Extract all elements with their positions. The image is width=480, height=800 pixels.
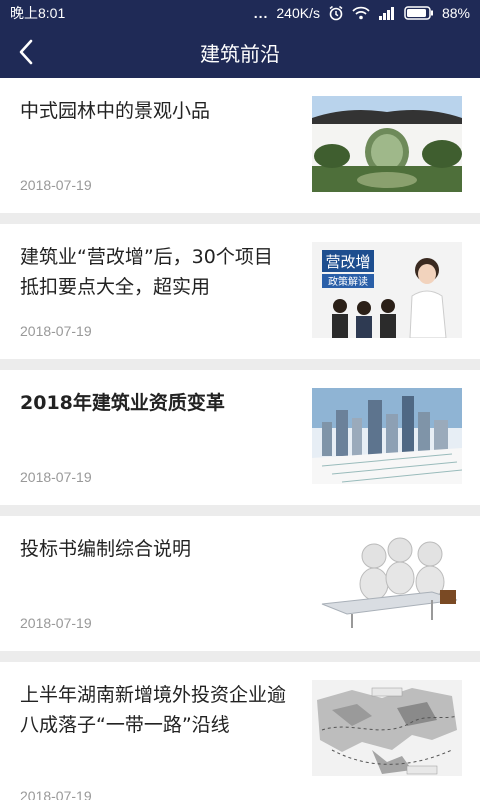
alarm-icon [329,5,343,21]
article-thumbnail-meeting [312,534,462,630]
image-caption-main: 营改增 [325,253,370,271]
article-card[interactable]: 2018年建筑业资质变革 2018-07-19 [0,370,480,505]
app-header: 建筑前沿 [0,26,480,78]
article-thumbnail-garden [312,96,462,192]
status-bar: 晚上8:01 ... 240K/s 88% [0,0,480,26]
article-title: 2018年建筑业资质变革 [20,392,225,414]
image-caption-sub: 政策解读 [328,275,368,288]
article-date: 2018-07-19 [20,615,92,631]
article-card[interactable]: 中式园林中的景观小品 2018-07-19 [0,78,480,213]
article-date: 2018-07-19 [20,177,92,193]
back-button[interactable] [10,36,42,68]
article-title: 上半年湖南新增境外投资企业逾八成落子“一带一路”沿线 [20,684,287,736]
notification-dots-icon: ... [253,5,269,21]
wifi-icon [352,6,370,20]
article-title: 中式园林中的景观小品 [20,100,211,122]
article-date: 2018-07-19 [20,469,92,485]
battery-percent: 88% [441,5,470,21]
signal-icon [378,7,394,20]
article-date: 2018-07-19 [20,788,92,800]
article-date: 2018-07-19 [20,323,92,339]
article-title: 建筑业“营改增”后，30个项目抵扣要点大全，超实用 [20,246,273,298]
article-card[interactable]: 上半年湖南新增境外投资企业逾八成落子“一带一路”沿线 2018-07-19 [0,662,480,800]
article-thumbnail-map [312,680,462,776]
battery-icon [404,6,433,20]
network-speed: 240K/s [276,5,320,21]
article-title: 投标书编制综合说明 [20,538,192,560]
page-title: 建筑前沿 [200,41,280,66]
article-card[interactable]: 建筑业“营改增”后，30个项目抵扣要点大全，超实用 2018-07-19 营改增… [0,224,480,359]
article-card[interactable]: 投标书编制综合说明 2018-07-19 [0,516,480,651]
status-time: 晚上8:01 [10,5,66,21]
chevron-left-icon [19,39,33,65]
article-thumbnail-skyline [312,388,462,484]
article-list: 中式园林中的景观小品 2018-07-19 建筑业“营改增”后，30个项目抵扣要… [0,78,480,800]
article-thumbnail-tax-policy: 营改增 政策解读 [312,242,462,338]
